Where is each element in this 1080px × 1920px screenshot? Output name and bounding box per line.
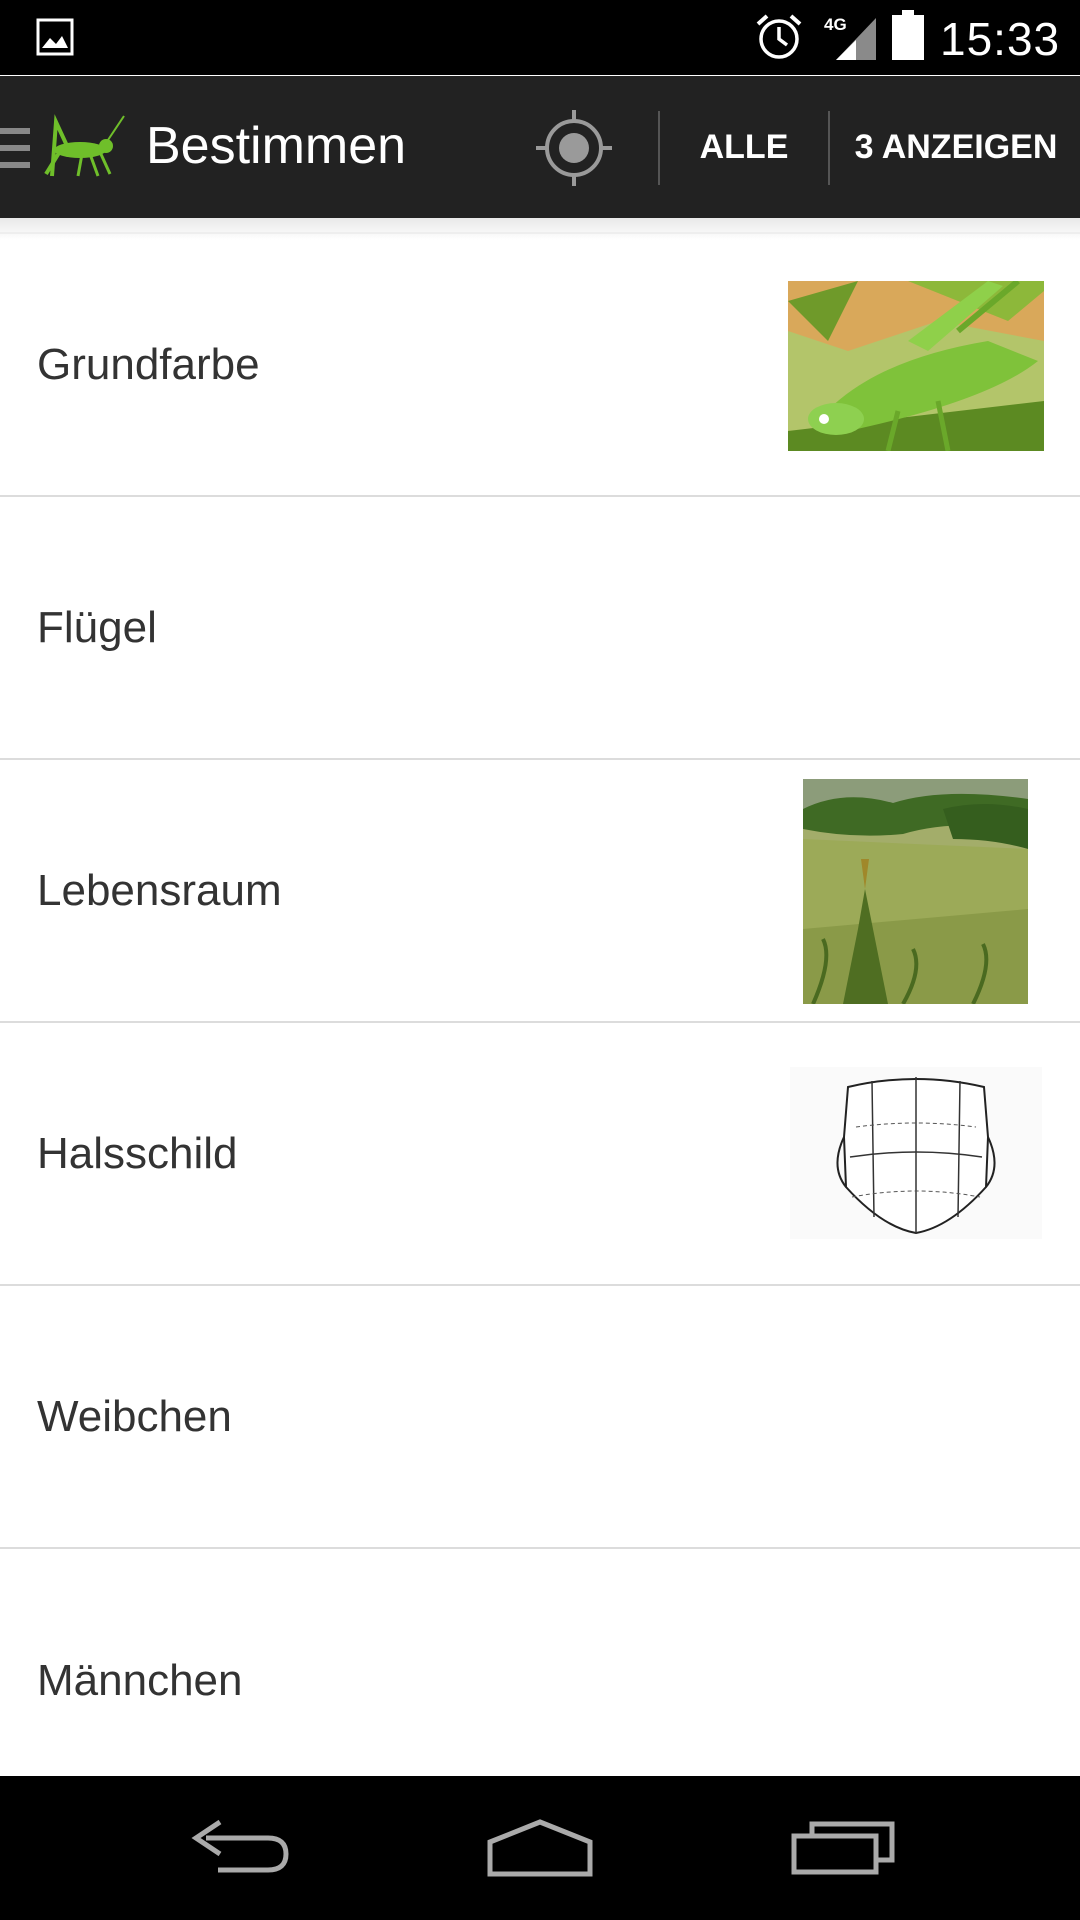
meadow-habitat-photo — [803, 779, 1028, 1004]
action-bar: Bestimmen ALLE 3 ANZEIGEN — [0, 76, 1080, 218]
show-results-button[interactable]: 3 ANZEIGEN — [832, 76, 1080, 218]
network-type-label: 4G — [824, 15, 847, 34]
action-divider — [828, 111, 830, 185]
gallery-icon — [36, 18, 74, 56]
status-clock: 15:33 — [940, 13, 1061, 65]
grasshopper-logo-icon[interactable] — [42, 114, 126, 180]
drawer-icon[interactable] — [0, 124, 30, 172]
list-item-label: Grundfarbe — [37, 339, 260, 389]
feature-list: Grundfarbe Flügel Lebensraum Halsschild … — [0, 234, 1080, 1812]
list-item-grundfarbe[interactable]: Grundfarbe — [0, 234, 1080, 497]
status-bar: 4G 15:33 — [0, 0, 1080, 75]
battery-icon — [892, 10, 924, 60]
list-item-fluegel[interactable]: Flügel — [0, 497, 1080, 760]
recents-icon[interactable] — [790, 1814, 896, 1884]
signal-icon: 4G — [824, 15, 876, 60]
action-divider — [658, 111, 660, 185]
list-item-maennchen[interactable]: Männchen — [0, 1549, 1080, 1812]
alarm-icon — [756, 14, 802, 59]
navigation-bar — [0, 1776, 1080, 1920]
alle-button[interactable]: ALLE — [662, 76, 826, 218]
list-item-label: Weibchen — [37, 1391, 232, 1441]
list-item-label: Lebensraum — [37, 865, 282, 915]
list-item-lebensraum[interactable]: Lebensraum — [0, 760, 1080, 1023]
back-icon[interactable] — [186, 1814, 292, 1884]
home-icon[interactable] — [484, 1814, 596, 1884]
list-item-weibchen[interactable]: Weibchen — [0, 1286, 1080, 1549]
list-item-label: Männchen — [37, 1655, 243, 1705]
list-item-label: Halsschild — [37, 1128, 238, 1178]
list-item-halsschild[interactable]: Halsschild — [0, 1023, 1080, 1286]
pronotum-drawing — [790, 1067, 1042, 1239]
green-grasshopper-photo — [788, 281, 1044, 451]
page-title: Bestimmen — [146, 117, 407, 175]
list-item-label: Flügel — [37, 602, 157, 652]
locate-icon[interactable] — [532, 106, 616, 190]
